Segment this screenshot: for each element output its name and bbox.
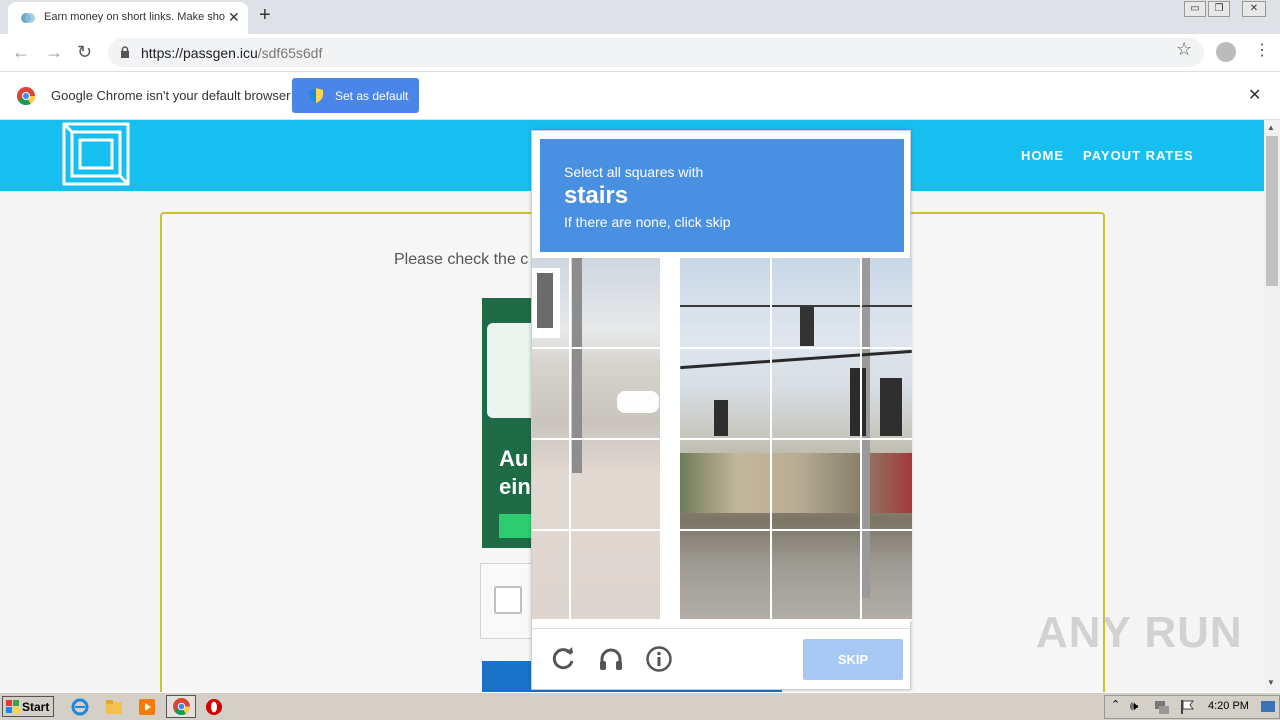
taskbar-clock[interactable]: 4:20 PM [1208, 700, 1249, 712]
grid-line [532, 619, 912, 621]
favicon-icon [21, 13, 35, 23]
restore-button[interactable]: ❐ [1208, 1, 1230, 17]
traffic-light-4 [714, 400, 728, 436]
lock-icon [121, 46, 129, 58]
nav-payout-rates[interactable]: PAYOUT RATES [1083, 148, 1194, 163]
bookmark-star-icon[interactable]: ☆ [1176, 39, 1192, 60]
site-logo[interactable] [62, 122, 130, 186]
chrome-logo-icon [17, 87, 35, 105]
url-text: https://passgen.icu/sdf65s6df [141, 45, 323, 61]
set-as-default-label: Set as default [335, 89, 409, 103]
audio-challenge-icon[interactable] [597, 645, 625, 673]
street-scene-band [680, 453, 912, 513]
car-fragment [617, 391, 659, 413]
menu-dots-icon[interactable]: ⋮ [1254, 40, 1270, 60]
set-as-default-button[interactable]: Set as default [292, 78, 419, 113]
browser-tab[interactable]: Earn money on short links. Make sho ✕ [8, 2, 248, 34]
profile-avatar[interactable] [1216, 42, 1236, 62]
page-scrollbar[interactable]: ▲ ▼ [1264, 120, 1280, 692]
new-tab-button[interactable]: + [259, 4, 271, 27]
traffic-light-fragment [537, 273, 553, 328]
anyrun-watermark: ANY RUN [1036, 608, 1243, 657]
captcha-target: stairs [564, 182, 629, 209]
infobar-close-icon[interactable]: ✕ [1248, 85, 1261, 105]
grid-line [532, 529, 912, 531]
action-center-flag-icon[interactable] [1178, 698, 1196, 716]
captcha-challenge: Select all squares with stairs If there … [531, 130, 912, 691]
scrollbar-thumb[interactable] [1266, 136, 1278, 286]
traffic-light-3 [880, 378, 902, 436]
shield-icon [309, 88, 323, 103]
chrome-icon [173, 698, 190, 715]
address-bar[interactable]: https://passgen.icu/sdf65s6df [108, 38, 1204, 67]
forward-icon[interactable]: → [45, 42, 63, 63]
infobar-message: Google Chrome isn't your default browser [51, 88, 291, 103]
recaptcha-checkbox[interactable] [494, 586, 522, 614]
skip-button[interactable]: SKIP [803, 639, 903, 680]
captcha-header: Select all squares with stairs If there … [540, 139, 904, 252]
windows-flag-icon [6, 700, 19, 713]
ad-text-line-1: Au [499, 446, 529, 471]
browser-toolbar: ← → ↻ https://passgen.icu/sdf65s6df ☆ ⋮ [0, 34, 1280, 72]
close-window-button[interactable]: ✕ [1242, 1, 1266, 17]
start-label: Start [22, 700, 50, 714]
reload-icon[interactable]: ↻ [77, 42, 92, 63]
start-button[interactable]: Start [2, 696, 54, 717]
tab-strip: Earn money on short links. Make sho ✕ + … [0, 0, 1280, 34]
ad-text-line-2: ein [499, 474, 531, 499]
minimize-button[interactable]: ▭ [1184, 1, 1206, 17]
chrome-taskbar-button[interactable] [166, 695, 196, 718]
nav-home[interactable]: HOME [1021, 148, 1064, 163]
back-icon[interactable]: ← [12, 42, 30, 63]
grid-line [532, 438, 912, 440]
file-explorer-icon[interactable] [105, 698, 123, 716]
scroll-up-arrow-icon[interactable]: ▲ [1267, 123, 1275, 132]
captcha-instruction: Select all squares with [564, 164, 704, 180]
volume-icon[interactable]: 🕪 [1130, 698, 1148, 716]
show-hidden-icons-icon[interactable]: ⌃ [1111, 698, 1129, 716]
info-icon[interactable] [645, 645, 673, 673]
media-player-icon[interactable] [138, 698, 156, 716]
captcha-image-grid [532, 258, 912, 621]
default-browser-infobar: Google Chrome isn't your default browser… [0, 72, 1280, 120]
reload-captcha-icon[interactable] [549, 645, 577, 673]
network-icon[interactable] [1153, 698, 1171, 716]
show-desktop-icon[interactable] [1260, 698, 1276, 716]
pole-fragment [572, 258, 582, 473]
captcha-hint: If there are none, click skip [564, 214, 731, 230]
please-check-text: Please check the c [394, 251, 529, 268]
tab-close-icon[interactable]: ✕ [228, 9, 240, 26]
traffic-light-2 [850, 368, 866, 436]
tab-title: Earn money on short links. Make sho [44, 11, 225, 23]
scroll-down-arrow-icon[interactable]: ▼ [1267, 678, 1275, 687]
opera-icon[interactable] [205, 698, 223, 716]
traffic-light-1 [800, 306, 814, 346]
captcha-footer: SKIP [532, 628, 912, 691]
power-line [680, 305, 912, 307]
grid-line [532, 347, 912, 349]
windows-taskbar: Start ⌃ 🕪 4:20 PM [0, 692, 1280, 720]
internet-explorer-icon[interactable] [71, 698, 89, 716]
